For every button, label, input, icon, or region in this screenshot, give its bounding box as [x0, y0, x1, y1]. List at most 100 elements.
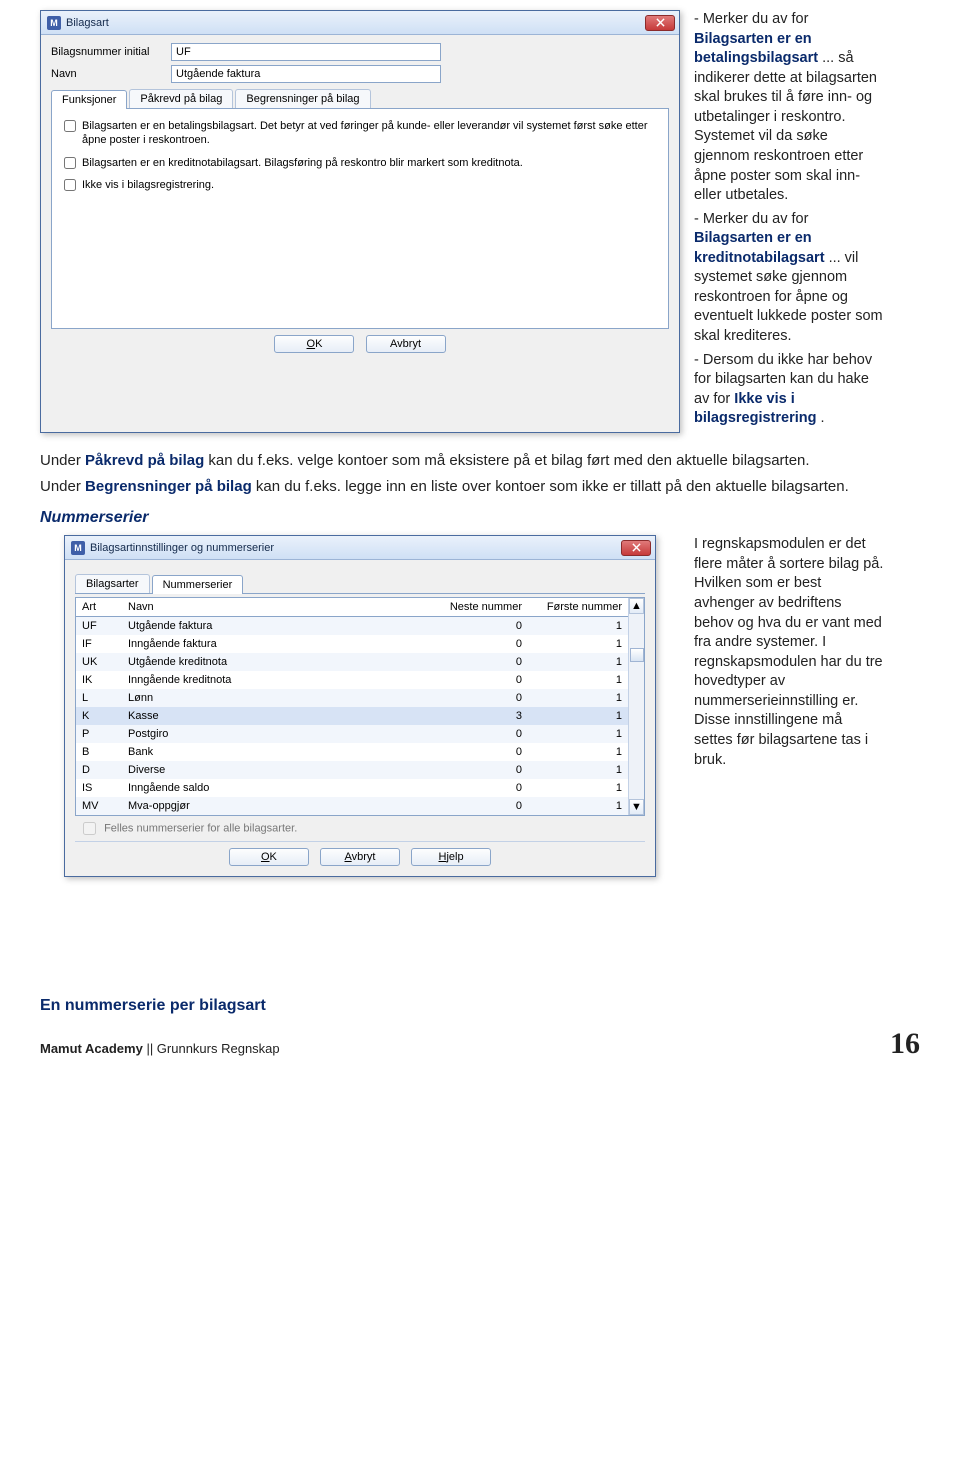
cell-forste: 1 [538, 674, 638, 686]
scrollbar[interactable]: ▲ ▼ [628, 598, 644, 815]
cell-art: B [82, 746, 128, 758]
nummerserier-list: Art Navn Neste nummer Første nummer UFUt… [75, 597, 645, 816]
checkbox-ikke-vis[interactable] [64, 179, 76, 191]
label-initial: Bilagsnummer initial [51, 46, 171, 58]
help-button[interactable]: Hjelp [411, 848, 491, 866]
scroll-up-icon[interactable]: ▲ [629, 598, 644, 614]
bilagsart-dialog: M Bilagsart Bilagsnummer initial Navn Fu… [40, 10, 680, 433]
cell-art: IK [82, 674, 128, 686]
checkbox-label-2: Bilagsarten er en kreditnotabilagsart. B… [82, 156, 523, 170]
input-navn[interactable] [171, 65, 441, 83]
cell-neste: 0 [428, 764, 538, 776]
cell-art: P [82, 728, 128, 740]
app-icon: M [47, 16, 61, 30]
table-row[interactable]: KKasse31 [76, 707, 644, 725]
table-row[interactable]: IKInngående kreditnota01 [76, 671, 644, 689]
ok-button[interactable]: OK [229, 848, 309, 866]
side2-text: I regnskapsmodulen er det flere måter å … [694, 535, 884, 770]
list-rows: UFUtgående faktura01IFInngående faktura0… [76, 617, 644, 815]
tabbar: Funksjoner Påkrevd på bilag Begrensninge… [51, 89, 669, 109]
side-text-1: - Merker du av for Bilagsarten er en bet… [694, 10, 884, 433]
cell-forste: 1 [538, 620, 638, 632]
cell-forste: 1 [538, 746, 638, 758]
cancel-button[interactable]: Avbryt [366, 335, 446, 353]
table-row[interactable]: ISInngående saldo01 [76, 779, 644, 797]
nummerserier-dialog: M Bilagsartinnstillinger og nummerserier… [64, 535, 656, 877]
cell-navn: Postgiro [128, 728, 428, 740]
cell-forste: 1 [538, 782, 638, 794]
cell-navn: Mva-oppgjør [128, 800, 428, 812]
table-row[interactable]: PPostgiro01 [76, 725, 644, 743]
cell-neste: 0 [428, 746, 538, 758]
cell-navn: Bank [128, 746, 428, 758]
cell-forste: 1 [538, 692, 638, 704]
cell-navn: Diverse [128, 764, 428, 776]
tab-pakrevd[interactable]: Påkrevd på bilag [129, 89, 233, 108]
cell-forste: 1 [538, 656, 638, 668]
heading-nummerserier: Nummerserier [40, 509, 920, 527]
cell-navn: Inngående kreditnota [128, 674, 428, 686]
tab-funksjoner[interactable]: Funksjoner [51, 90, 127, 109]
scroll-thumb[interactable] [630, 648, 644, 662]
side1-p3c: . [821, 410, 825, 426]
cell-navn: Lønn [128, 692, 428, 704]
cell-art: L [82, 692, 128, 704]
page-number: 16 [890, 1027, 920, 1061]
col-navn: Navn [128, 601, 428, 613]
cell-navn: Inngående faktura [128, 638, 428, 650]
sub-heading: En nummerserie per bilagsart [40, 997, 920, 1015]
cell-forste: 1 [538, 728, 638, 740]
dialog-title: Bilagsart [66, 17, 645, 29]
tab-nummerserier[interactable]: Nummerserier [152, 575, 244, 594]
cell-neste: 0 [428, 692, 538, 704]
cell-art: UF [82, 620, 128, 632]
checkbox-label-1: Bilagsarten er en betalingsbilagsart. De… [82, 119, 656, 148]
checkbox-kreditnota[interactable] [64, 157, 76, 169]
checkbox-felles[interactable] [83, 822, 96, 835]
checkbox-betalingsbilagsart[interactable] [64, 120, 76, 132]
cell-art: D [82, 764, 128, 776]
side1-p1a: - Merker du av for [694, 11, 808, 27]
table-row[interactable]: UKUtgående kreditnota01 [76, 653, 644, 671]
tab-pane-funksjoner: Bilagsarten er en betalingsbilagsart. De… [51, 109, 669, 329]
side1-p2b: Bilagsarten er en kreditnotabilagsart [694, 230, 825, 266]
close-icon [632, 543, 641, 552]
cancel-button[interactable]: Avbryt [320, 848, 400, 866]
cell-neste: 0 [428, 728, 538, 740]
cell-navn: Kasse [128, 710, 428, 722]
close-button[interactable] [621, 540, 651, 556]
scroll-down-icon[interactable]: ▼ [629, 799, 644, 815]
cell-neste: 0 [428, 782, 538, 794]
footer-course: || Grunnkurs Regnskap [143, 1041, 280, 1056]
cell-neste: 0 [428, 620, 538, 632]
label-navn: Navn [51, 68, 171, 80]
cell-navn: Utgående kreditnota [128, 656, 428, 668]
table-row[interactable]: MVMva-oppgjør01 [76, 797, 644, 815]
app-icon: M [71, 541, 85, 555]
table-row[interactable]: DDiverse01 [76, 761, 644, 779]
table-row[interactable]: LLønn01 [76, 689, 644, 707]
tab-begrensninger[interactable]: Begrensninger på bilag [235, 89, 370, 108]
close-button[interactable] [645, 15, 675, 31]
side-text-2: I regnskapsmodulen er det flere måter å … [694, 535, 884, 877]
table-row[interactable]: IFInngående faktura01 [76, 635, 644, 653]
tab-bilagsarter[interactable]: Bilagsarter [75, 574, 150, 593]
list-header: Art Navn Neste nummer Første nummer [76, 598, 644, 617]
cell-neste: 0 [428, 674, 538, 686]
dialog-titlebar: M Bilagsart [41, 11, 679, 35]
table-row[interactable]: UFUtgående faktura01 [76, 617, 644, 635]
footer-brand: Mamut Academy [40, 1041, 143, 1056]
tabbar-2: Bilagsarter Nummerserier [75, 574, 645, 594]
table-row[interactable]: BBank01 [76, 743, 644, 761]
col-neste: Neste nummer [428, 601, 538, 613]
divider [75, 841, 645, 842]
dialog2-title: Bilagsartinnstillinger og nummerserier [90, 542, 621, 554]
cell-navn: Utgående faktura [128, 620, 428, 632]
dialog2-body: Bilagsarter Nummerserier Art Navn Neste … [65, 560, 655, 876]
cell-forste: 1 [538, 638, 638, 650]
cancel-label: Avbryt [390, 338, 421, 350]
close-icon [656, 18, 665, 27]
ok-button[interactable]: OOKK [274, 335, 354, 353]
input-initial[interactable] [171, 43, 441, 61]
col-art: Art [82, 601, 128, 613]
